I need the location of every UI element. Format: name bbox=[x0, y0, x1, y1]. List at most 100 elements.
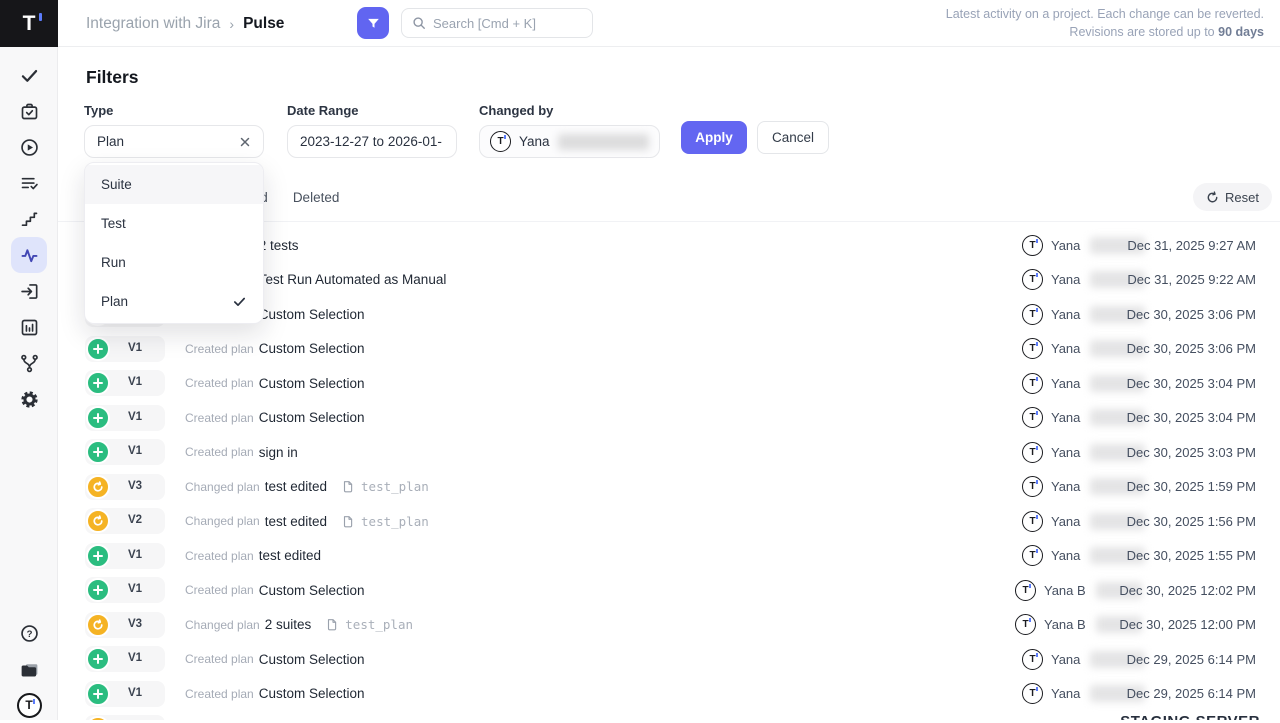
version-badge: V1 bbox=[85, 405, 165, 431]
entity-name[interactable]: sign in bbox=[259, 445, 298, 460]
type-option[interactable]: Plan bbox=[85, 282, 263, 321]
entity-name[interactable]: 2 suites bbox=[265, 617, 312, 632]
activity-row[interactable]: V3 Changed plan 2 suites test_plan T Yan… bbox=[58, 608, 1280, 643]
action-label: Created plan bbox=[185, 652, 254, 666]
entity-name[interactable]: test edited bbox=[265, 479, 327, 494]
version-label: V1 bbox=[128, 687, 142, 699]
profile-avatar[interactable]: T bbox=[11, 687, 47, 723]
activity-row[interactable]: V1 Created plan Custom Selection T Yana … bbox=[58, 366, 1280, 401]
activity-row[interactable]: V3 Changed plan test edited test_plan T … bbox=[58, 470, 1280, 505]
clear-icon[interactable] bbox=[239, 136, 251, 148]
action-label: Created plan bbox=[185, 549, 254, 563]
row-user-avatar: T bbox=[1022, 407, 1043, 428]
activity-row[interactable]: V2 Changed plan test edited test_plan T … bbox=[58, 504, 1280, 539]
date-range-input[interactable] bbox=[288, 134, 456, 149]
row-user-name: Yana bbox=[1051, 548, 1080, 563]
operation-icon bbox=[86, 406, 110, 430]
plus-icon bbox=[92, 377, 104, 389]
type-option-label: Suite bbox=[101, 177, 132, 192]
cancel-button[interactable]: Cancel bbox=[757, 121, 829, 154]
activity-row[interactable]: V1 Created plan Custom Selection T Yana … bbox=[58, 677, 1280, 712]
type-select[interactable]: Plan bbox=[84, 125, 264, 158]
row-user-avatar: T bbox=[1015, 580, 1036, 601]
search-input[interactable] bbox=[433, 16, 573, 31]
type-option[interactable]: Run bbox=[85, 243, 263, 282]
timestamp: Dec 30, 2025 3:04 PM bbox=[1127, 376, 1256, 391]
apply-button[interactable]: Apply bbox=[681, 121, 747, 154]
timestamp: Dec 29, 2025 6:14 PM bbox=[1127, 686, 1256, 701]
reset-button[interactable]: Reset bbox=[1193, 183, 1272, 211]
search-box[interactable] bbox=[401, 8, 593, 38]
check-icon[interactable] bbox=[11, 57, 47, 93]
tab-deleted[interactable]: Deleted bbox=[293, 190, 340, 205]
changed-by-group: Changed by T Yana bbox=[479, 103, 660, 158]
help-icon[interactable]: ? bbox=[11, 615, 47, 651]
filter-toggle-button[interactable] bbox=[357, 7, 389, 39]
breadcrumb-project[interactable]: Integration with Jira bbox=[86, 15, 220, 33]
pulse-icon[interactable] bbox=[11, 237, 47, 273]
row-user-name: Yana bbox=[1051, 479, 1080, 494]
entity-name[interactable]: test edited bbox=[259, 548, 321, 563]
staging-banner: STAGING SERVER bbox=[1120, 713, 1260, 720]
activity-row[interactable]: V1 Created plan Custom Selection T Yana … bbox=[58, 401, 1280, 436]
action-label: Created plan bbox=[185, 687, 254, 701]
activity-row[interactable]: V1 Created plan Custom Selection T Yana … bbox=[58, 642, 1280, 677]
action-label: Created plan bbox=[185, 342, 254, 356]
operation-icon bbox=[86, 716, 110, 720]
row-user-avatar: T bbox=[1022, 235, 1043, 256]
play-circle-icon[interactable] bbox=[11, 129, 47, 165]
fork-icon[interactable] bbox=[11, 345, 47, 381]
row-user-avatar: T bbox=[1022, 683, 1043, 704]
entity-name[interactable]: Custom Selection bbox=[259, 410, 365, 425]
file-name: test_plan bbox=[345, 617, 413, 632]
entity-name[interactable]: Custom Selection bbox=[259, 341, 365, 356]
activity-row[interactable]: T bbox=[58, 711, 1280, 720]
activity-row[interactable]: V1 Created plan Custom Selection T Yana … bbox=[58, 332, 1280, 367]
changed-by-label: Changed by bbox=[479, 103, 660, 118]
type-option[interactable]: Test bbox=[85, 204, 263, 243]
changed-by-select[interactable]: T Yana bbox=[479, 125, 660, 158]
version-badge: V1 bbox=[85, 370, 165, 396]
entity-name[interactable]: Custom Selection bbox=[259, 376, 365, 391]
version-badge bbox=[85, 715, 165, 720]
file-ref[interactable]: test_plan bbox=[324, 617, 413, 632]
row-user-name: Yana bbox=[1051, 514, 1080, 529]
bar-chart-icon[interactable] bbox=[11, 309, 47, 345]
type-label: Type bbox=[84, 103, 264, 118]
row-user-name: Yana bbox=[1051, 376, 1080, 391]
version-label: V2 bbox=[128, 514, 142, 526]
folder-icon[interactable] bbox=[11, 651, 47, 687]
entity-name[interactable]: Custom Selection bbox=[259, 652, 365, 667]
entity-name[interactable]: Custom Selection bbox=[259, 583, 365, 598]
case-check-icon[interactable] bbox=[11, 93, 47, 129]
plus-icon bbox=[92, 446, 104, 458]
list-check-icon[interactable] bbox=[11, 165, 47, 201]
gear-icon[interactable] bbox=[11, 381, 47, 417]
type-option[interactable]: Suite bbox=[85, 165, 263, 204]
activity-row[interactable]: V1 Created plan test edited T Yana Dec 3… bbox=[58, 539, 1280, 574]
file-icon bbox=[340, 514, 355, 529]
version-badge: V3 bbox=[85, 612, 165, 638]
file-ref[interactable]: test_plan bbox=[340, 514, 429, 529]
activity-row[interactable]: V1 Created plan sign in T Yana Dec 30, 2… bbox=[58, 435, 1280, 470]
entity-name[interactable]: test edited bbox=[265, 514, 327, 529]
entity-name[interactable]: Test Run Automated as Manual bbox=[259, 272, 447, 287]
entity-name[interactable]: Custom Selection bbox=[259, 307, 365, 322]
steps-icon[interactable] bbox=[11, 201, 47, 237]
row-user-name: Yana B bbox=[1044, 617, 1086, 632]
sidebar: T ? bbox=[0, 0, 58, 720]
file-ref[interactable]: test_plan bbox=[340, 479, 429, 494]
info-line1: Latest activity on a project. Each chang… bbox=[946, 5, 1264, 23]
timestamp: Dec 31, 2025 9:22 AM bbox=[1127, 272, 1256, 287]
enter-icon[interactable] bbox=[11, 273, 47, 309]
breadcrumb: Integration with Jira › Pulse bbox=[86, 0, 284, 47]
app-logo[interactable]: T bbox=[0, 0, 58, 47]
plus-icon bbox=[92, 688, 104, 700]
activity-row[interactable]: V1 Created plan Custom Selection T Yana … bbox=[58, 573, 1280, 608]
version-label: V1 bbox=[128, 342, 142, 354]
row-user-name: Yana B bbox=[1044, 583, 1086, 598]
type-option-label: Run bbox=[101, 255, 126, 270]
entity-name[interactable]: 2 tests bbox=[259, 238, 299, 253]
entity-name[interactable]: Custom Selection bbox=[259, 686, 365, 701]
version-label: V1 bbox=[128, 411, 142, 423]
